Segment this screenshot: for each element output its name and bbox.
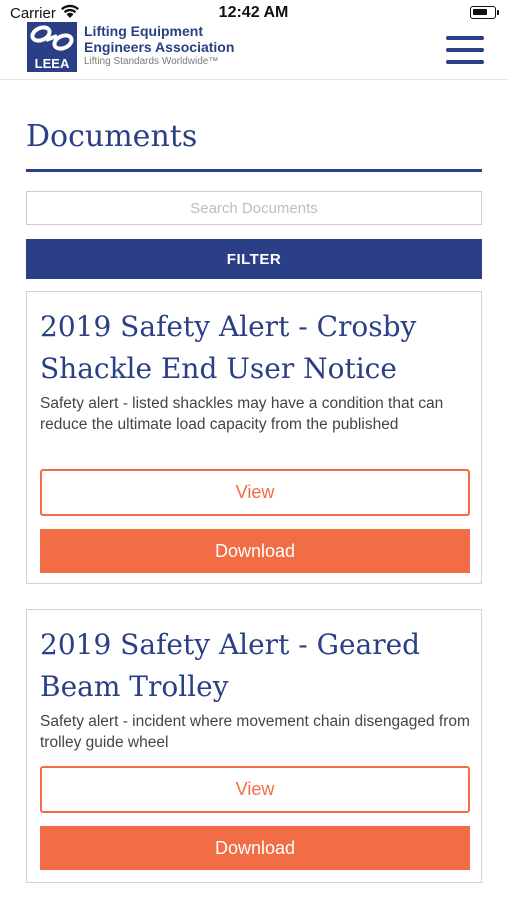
document-card: 2019 Safety Alert - Geared Beam Trolley …: [26, 609, 482, 883]
org-name-line1: Lifting Equipment: [84, 23, 203, 39]
document-title: 2019 Safety Alert - Crosby Shackle End U…: [40, 310, 417, 385]
org-name-line2: Engineers Association: [84, 39, 235, 55]
logo-wordmark: Lifting Equipment Engineers Association …: [84, 23, 234, 69]
hamburger-menu-icon[interactable]: [446, 36, 484, 68]
document-title: 2019 Safety Alert - Geared Beam Trolley: [40, 628, 421, 703]
document-description: Safety alert - incident where movement c…: [40, 713, 470, 751]
view-button[interactable]: View: [40, 469, 470, 516]
leea-logo: LEEA: [27, 22, 77, 72]
page-title: Documents: [26, 119, 198, 154]
document-card: 2019 Safety Alert - Crosby Shackle End U…: [26, 291, 482, 584]
document-description: Safety alert - listed shackles may have …: [40, 395, 444, 433]
download-button[interactable]: Download: [40, 529, 470, 573]
search-documents-input[interactable]: [26, 191, 482, 225]
download-button[interactable]: Download: [40, 826, 470, 870]
org-tagline: Lifting Standards Worldwide™: [84, 56, 219, 67]
app-header: LEEA Lifting Equipment Engineers Associa…: [0, 0, 507, 80]
view-button[interactable]: View: [40, 766, 470, 813]
logo-abbr: LEEA: [35, 56, 70, 71]
title-divider: [26, 169, 482, 172]
filter-button[interactable]: FILTER: [26, 239, 482, 279]
